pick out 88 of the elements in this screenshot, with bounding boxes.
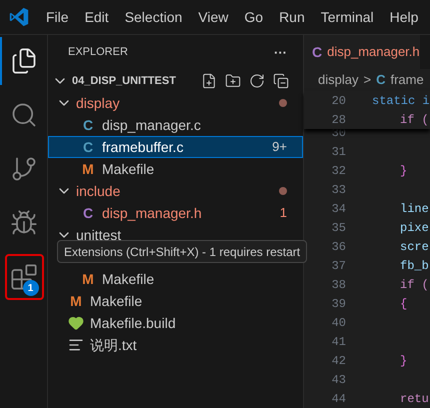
files-icon [10,47,38,75]
text-file-icon [68,337,84,353]
code-text: pixe [400,220,429,236]
line-number: 20 [330,92,347,110]
line-number: 28 [330,112,347,128]
file-name: Makefile.build [90,314,176,332]
menu-item[interactable]: Help [390,6,418,28]
tooltip: Extensions (Ctrl+Shift+X) - 1 requires restart [57,240,308,263]
editor-tab[interactable]: C disp_manager.h [304,35,420,70]
code-text: if ( [400,276,429,294]
menu-item[interactable]: View [198,6,228,28]
line-number: 35 [330,220,347,236]
file-row[interactable]: C disp_manager.c [48,114,303,136]
file-name: disp_manager.c [102,116,201,135]
line-number: 31 [330,144,347,160]
folder-name: include [76,182,120,200]
code-text: line [400,200,429,218]
code-text: { [400,296,408,312]
file-name: Makefile [102,160,154,178]
menu-item[interactable]: Selection [124,6,182,28]
line-number: 42 [330,352,347,370]
file-name: Makefile [90,292,142,310]
line-number: 41 [330,334,347,350]
branch-icon [10,155,38,183]
file-row[interactable]: M Makefile [48,158,303,180]
file-row[interactable]: M Makefile [48,268,303,290]
search-icon [10,101,38,129]
breadcrumb-separator: > [363,71,372,90]
line-number: 36 [330,238,347,256]
code-text: static i [372,92,430,110]
folder-name: display [76,94,120,113]
file-type-icon: M [68,290,84,312]
file-name: framebuffer.c [102,138,184,156]
menu-item[interactable]: Run [279,6,305,28]
breadcrumb-item[interactable]: frame [390,70,424,90]
file-name: disp_manager.h [102,204,202,223]
file-type-icon: C [80,136,96,158]
line-number: 38 [330,276,347,294]
file-type-icon: C [312,42,322,63]
workspace-name: 04_DISP_UNITTEST [72,74,177,89]
folder-row[interactable]: include [48,180,303,202]
problem-count: 1 [280,204,287,222]
sidebar-title: EXPLORER [68,45,128,60]
file-row[interactable]: 说明.txt [48,334,303,356]
file-name: 说明.txt [90,336,137,354]
code-text: fb_b [400,258,429,274]
heart-icon [68,315,84,331]
line-number: 43 [330,372,347,388]
notification-badge: 1 [22,280,38,296]
file-type-icon: M [80,158,96,180]
collapse-icon[interactable] [273,73,289,89]
file-row[interactable]: C framebuffer.c 9+ [48,136,303,158]
folder-row[interactable]: display [48,92,303,114]
file-type-icon: C [376,70,386,90]
file-type-icon: C [80,202,96,224]
menu-item[interactable]: Go [244,6,264,28]
line-number: 39 [330,296,347,312]
line-number: 44 [330,390,347,408]
code-text: } [400,352,408,370]
line-number: 40 [330,314,347,332]
code-text: if ( [400,112,429,128]
breadcrumb-item[interactable]: display [318,70,358,90]
app-logo-icon [8,6,30,28]
file-type-icon: M [80,268,96,290]
active-indicator [0,37,2,85]
bug-icon [10,209,38,237]
code-text: retu [400,390,429,408]
more-actions-button[interactable]: ··· [274,42,287,62]
file-row[interactable]: Makefile.build [48,312,303,334]
file-type-icon: C [80,114,96,136]
menu-item[interactable]: Terminal [320,6,374,28]
line-number: 37 [330,258,347,274]
file-name: Makefile [102,270,154,288]
tab-label: disp_manager.h [327,43,420,62]
menu-item[interactable]: Edit [84,6,109,28]
code-text: scre [400,238,429,256]
new-folder-icon[interactable] [225,73,241,89]
refresh-icon[interactable] [249,73,265,89]
line-number: 33 [330,182,347,198]
extensions-icon [10,263,38,291]
file-row[interactable]: M Makefile [48,290,303,312]
file-row[interactable]: C disp_manager.h 1 [48,202,303,224]
problem-count: 9+ [272,138,287,156]
line-number: 32 [330,162,347,180]
code-text: } [400,162,408,180]
line-number: 34 [330,200,347,218]
menu-item[interactable]: File [46,6,69,28]
new-file-icon[interactable] [201,73,217,89]
